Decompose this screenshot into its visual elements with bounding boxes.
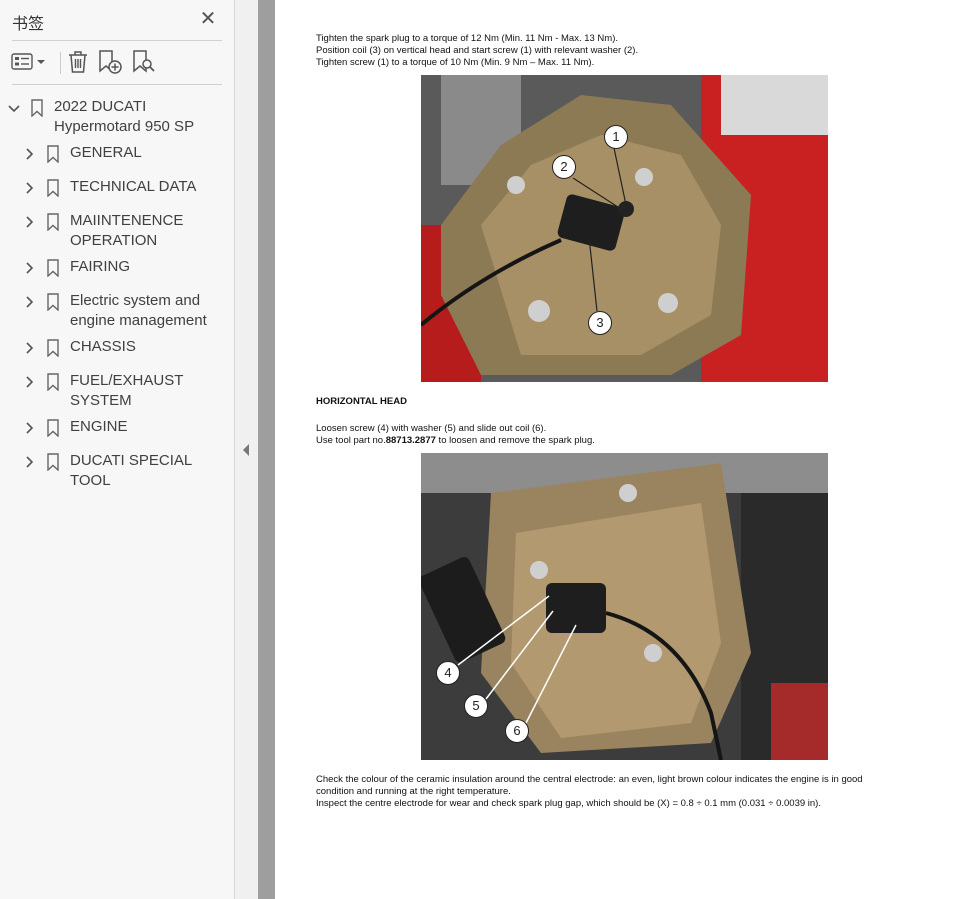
bookmarks-title: 书签 bbox=[12, 14, 45, 33]
chevron-right-icon[interactable] bbox=[23, 455, 37, 469]
bookmark-label: ENGINE bbox=[70, 418, 128, 435]
chevron-right-icon[interactable] bbox=[23, 181, 37, 195]
bookmark-root[interactable]: 2022 DUCATI Hypermotard 950 SP bbox=[0, 96, 234, 138]
toolbar-separator bbox=[60, 52, 61, 74]
bookmark-item-special-tool[interactable]: DUCATI SPECIAL TOOL bbox=[0, 451, 234, 489]
bookmark-item-electric-system[interactable]: Electric system and engine management bbox=[0, 291, 234, 333]
collapse-panel-icon[interactable] bbox=[243, 444, 249, 456]
bookmark-item-technical-data[interactable]: TECHNICAL DATA bbox=[0, 177, 234, 199]
bookmark-label: FAIRING bbox=[70, 258, 131, 275]
bookmark-icon bbox=[46, 213, 60, 232]
bookmark-item-fuel-exhaust[interactable]: FUEL/EXHAUST SYSTEM bbox=[0, 371, 234, 413]
chevron-right-icon[interactable] bbox=[23, 215, 37, 229]
chevron-right-icon[interactable] bbox=[23, 295, 37, 309]
text-suffix: to loosen and remove the spark plug. bbox=[435, 435, 595, 446]
bookmark-label: GENERAL bbox=[70, 144, 142, 161]
options-icon[interactable] bbox=[10, 48, 45, 76]
section-heading: HORIZONTAL HEAD bbox=[316, 396, 407, 407]
find-bookmark-icon[interactable] bbox=[130, 48, 158, 76]
vertical-head-photo bbox=[421, 75, 828, 382]
bookmarks-header: 书签 ✕ bbox=[0, 0, 234, 40]
bookmarks-panel: 书签 ✕ 2022 DUCATI Hypermotard 950 SP GENE… bbox=[0, 0, 235, 899]
bookmark-icon bbox=[46, 293, 60, 312]
chevron-right-icon[interactable] bbox=[23, 421, 37, 435]
chevron-right-icon[interactable] bbox=[23, 375, 37, 389]
bookmark-label: FUEL/EXHAUST SYSTEM bbox=[70, 372, 184, 409]
callout-1: 1 bbox=[604, 125, 628, 149]
callout-3: 3 bbox=[588, 311, 612, 335]
callout-2: 2 bbox=[552, 155, 576, 179]
bookmark-label: CHASSIS bbox=[70, 338, 136, 355]
bookmark-icon bbox=[46, 373, 60, 392]
callout-6: 6 bbox=[505, 719, 529, 743]
bookmark-item-chassis[interactable]: CHASSIS bbox=[0, 337, 234, 359]
new-bookmark-icon[interactable] bbox=[96, 48, 124, 76]
bookmark-label: 2022 DUCATI Hypermotard 950 SP bbox=[54, 98, 195, 135]
callout-4: 4 bbox=[436, 661, 460, 685]
bookmark-icon bbox=[46, 453, 60, 472]
bookmark-item-maintenance[interactable]: MAIINTENENCE OPERATION bbox=[0, 211, 234, 253]
callout-5: 5 bbox=[464, 694, 488, 718]
bookmark-item-fairing[interactable]: FAIRING bbox=[0, 257, 234, 279]
bookmark-label: DUCATI SPECIAL TOOL bbox=[70, 452, 192, 489]
text-prefix: Use tool part no. bbox=[316, 435, 386, 446]
chevron-right-icon[interactable] bbox=[23, 341, 37, 355]
divider bbox=[12, 40, 222, 41]
document-gutter bbox=[258, 0, 275, 899]
horizontal-text-1: Loosen screw (4) with washer (5) and sli… bbox=[316, 423, 547, 434]
bookmark-icon bbox=[46, 339, 60, 358]
horizontal-text-2: Use tool part no.88713.2877 to loosen an… bbox=[316, 435, 595, 447]
document-page: Tighten the spark plug to a torque of 12… bbox=[275, 0, 964, 899]
bookmark-icon bbox=[46, 259, 60, 278]
bookmark-icon bbox=[46, 419, 60, 438]
bookmark-label: MAIINTENENCE OPERATION bbox=[70, 212, 184, 249]
bookmark-icon bbox=[46, 179, 60, 198]
chevron-right-icon[interactable] bbox=[23, 147, 37, 161]
divider bbox=[12, 84, 222, 85]
tool-part-number: 88713.2877 bbox=[385, 435, 436, 446]
delete-icon[interactable] bbox=[64, 48, 92, 76]
intro-text: Tighten the spark plug to a torque of 12… bbox=[316, 33, 639, 68]
bookmark-label: Electric system and engine management bbox=[70, 292, 207, 329]
close-icon[interactable]: ✕ bbox=[198, 9, 218, 29]
bookmark-item-general[interactable]: GENERAL bbox=[0, 143, 234, 165]
bookmark-icon bbox=[46, 145, 60, 164]
bookmark-icon bbox=[30, 99, 44, 118]
chevron-down-icon[interactable] bbox=[7, 102, 21, 116]
chevron-right-icon[interactable] bbox=[23, 261, 37, 275]
bookmark-label: TECHNICAL DATA bbox=[70, 178, 197, 195]
bookmark-item-engine[interactable]: ENGINE bbox=[0, 417, 234, 439]
closing-text: Check the colour of the ceramic insulati… bbox=[316, 774, 863, 809]
